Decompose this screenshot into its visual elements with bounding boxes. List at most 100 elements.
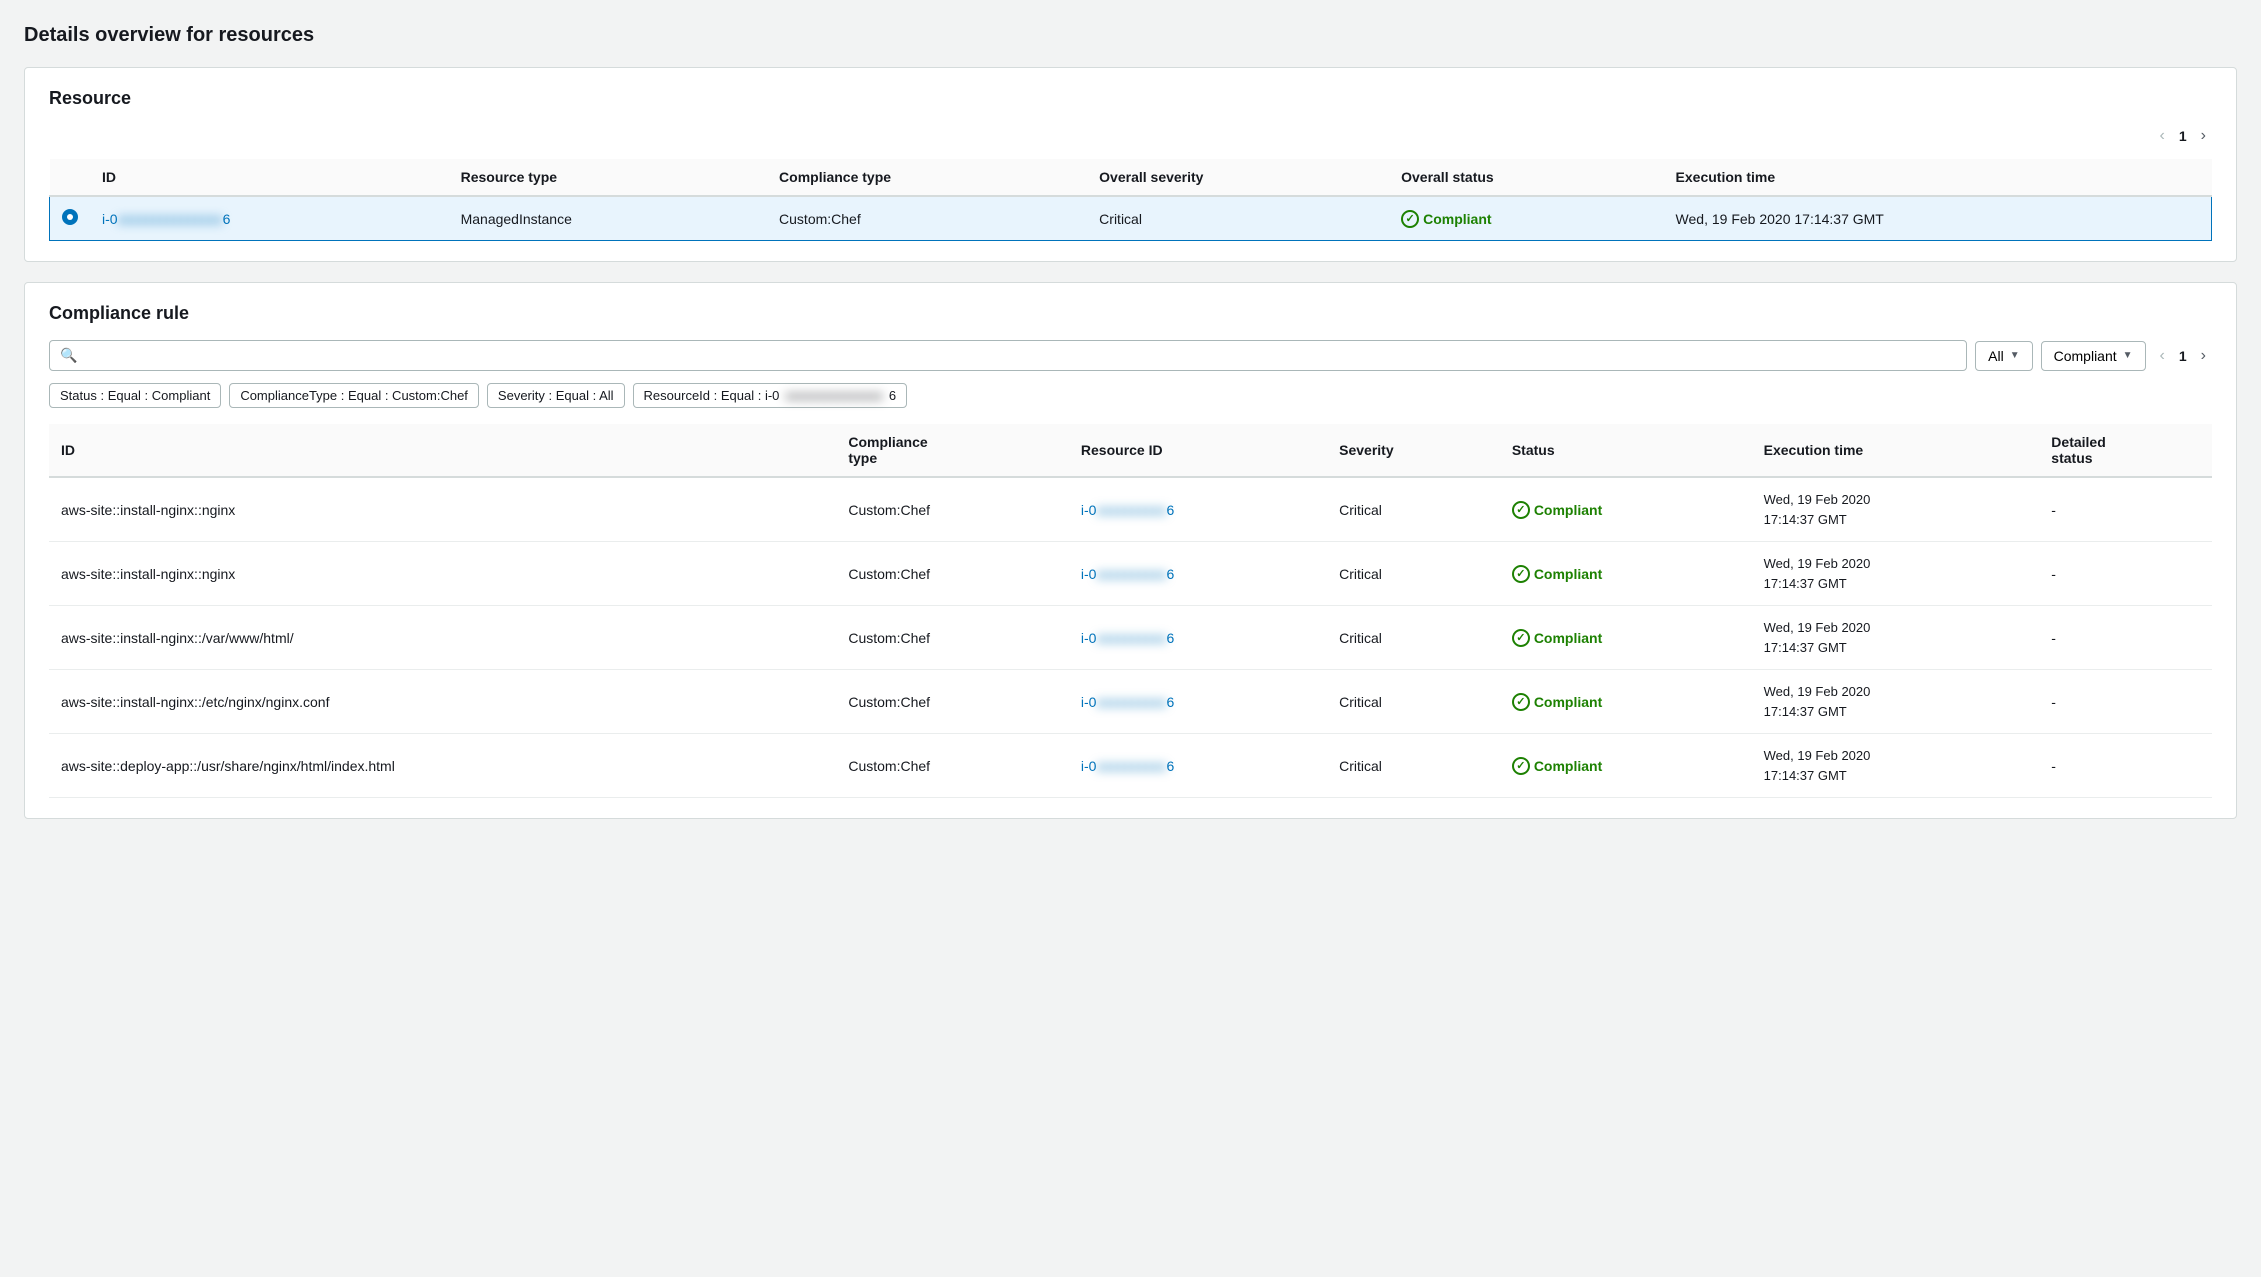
search-icon: 🔍 bbox=[60, 347, 77, 364]
comp-resource-id-cell: i-0xxxxxxxxxx6 bbox=[1069, 734, 1327, 798]
status-dropdown-label: Compliant bbox=[2054, 348, 2117, 364]
filter-tag-2[interactable]: Severity : Equal : All bbox=[487, 383, 625, 408]
comp-status-cell: ✓ Compliant bbox=[1500, 542, 1752, 606]
comp-resource-id-cell: i-0xxxxxxxxxx6 bbox=[1069, 606, 1327, 670]
comp-compliant-badge: ✓ Compliant bbox=[1512, 565, 1602, 583]
compliance-table-row: aws-site::deploy-app::/usr/share/nginx/h… bbox=[49, 734, 2212, 798]
comp-exec-time-cell: Wed, 19 Feb 202017:14:37 GMT bbox=[1752, 670, 2040, 734]
col-execution-time: Execution time bbox=[1664, 159, 2212, 196]
search-box[interactable]: 🔍 bbox=[49, 340, 1967, 371]
filter-tag-1[interactable]: ComplianceType : Equal : Custom:Chef bbox=[229, 383, 479, 408]
comp-exec-time-cell: Wed, 19 Feb 202017:14:37 GMT bbox=[1752, 542, 2040, 606]
comp-col-severity: Severity bbox=[1327, 424, 1500, 477]
resource-type-cell: ManagedInstance bbox=[449, 196, 767, 241]
compliance-type-cell: Custom:Chef bbox=[767, 196, 1087, 241]
compliance-next-btn[interactable]: › bbox=[2195, 345, 2212, 367]
resource-prev-btn[interactable]: ‹ bbox=[2154, 125, 2171, 147]
col-id: ID bbox=[90, 159, 449, 196]
radio-button[interactable] bbox=[62, 209, 78, 225]
comp-status-cell: ✓ Compliant bbox=[1500, 606, 1752, 670]
resource-pagination: ‹ 1 › bbox=[49, 125, 2212, 147]
comp-resource-id-link[interactable]: i-0xxxxxxxxxx6 bbox=[1081, 630, 1174, 646]
resource-table-row[interactable]: i-0xxxxxxxxxxxxxxx6 ManagedInstance Cust… bbox=[50, 196, 2212, 241]
comp-id-cell: aws-site::install-nginx::nginx bbox=[49, 477, 836, 542]
comp-id-cell: aws-site::install-nginx::nginx bbox=[49, 542, 836, 606]
comp-compliance-type-cell: Custom:Chef bbox=[836, 606, 1069, 670]
comp-col-compliance-type: Compliancetype bbox=[836, 424, 1069, 477]
compliance-table-row: aws-site::install-nginx::nginx Custom:Ch… bbox=[49, 477, 2212, 542]
comp-col-status: Status bbox=[1500, 424, 1752, 477]
comp-resource-id-cell: i-0xxxxxxxxxx6 bbox=[1069, 542, 1327, 606]
compliance-panel: Compliance rule 🔍 All ▼ Compliant ▼ ‹ 1 … bbox=[24, 282, 2237, 819]
status-dropdown[interactable]: Compliant ▼ bbox=[2041, 341, 2146, 371]
compliant-icon: ✓ bbox=[1401, 210, 1419, 228]
filter-tag-3[interactable]: ResourceId : Equal : i-0xxxxxxxxxxxxxxx6 bbox=[633, 383, 908, 408]
comp-resource-id-link[interactable]: i-0xxxxxxxxxx6 bbox=[1081, 694, 1174, 710]
compliance-table-row: aws-site::install-nginx::/etc/nginx/ngin… bbox=[49, 670, 2212, 734]
all-dropdown[interactable]: All ▼ bbox=[1975, 341, 2032, 371]
col-radio bbox=[50, 159, 91, 196]
execution-time-cell: Wed, 19 Feb 2020 17:14:37 GMT bbox=[1664, 196, 2212, 241]
compliant-badge: ✓ Compliant bbox=[1401, 210, 1491, 228]
resource-panel: Resource ‹ 1 › ID Resource type Complian… bbox=[24, 67, 2237, 262]
comp-compliant-icon: ✓ bbox=[1512, 501, 1530, 519]
all-dropdown-label: All bbox=[1988, 348, 2004, 364]
comp-id-cell: aws-site::deploy-app::/usr/share/nginx/h… bbox=[49, 734, 836, 798]
comp-resource-id-link[interactable]: i-0xxxxxxxxxx6 bbox=[1081, 566, 1174, 582]
comp-compliant-icon: ✓ bbox=[1512, 757, 1530, 775]
comp-status-cell: ✓ Compliant bbox=[1500, 477, 1752, 542]
resource-table: ID Resource type Compliance type Overall… bbox=[49, 159, 2212, 241]
comp-compliant-icon: ✓ bbox=[1512, 565, 1530, 583]
comp-col-detailed-status: Detailedstatus bbox=[2039, 424, 2212, 477]
col-overall-severity: Overall severity bbox=[1087, 159, 1389, 196]
comp-resource-blurred: xxxxxxxxxx bbox=[1096, 758, 1166, 774]
comp-compliant-badge: ✓ Compliant bbox=[1512, 693, 1602, 711]
comp-detailed-status-cell: - bbox=[2039, 670, 2212, 734]
comp-severity-cell: Critical bbox=[1327, 734, 1500, 798]
compliance-page-num: 1 bbox=[2179, 348, 2187, 364]
filter-tag-0[interactable]: Status : Equal : Compliant bbox=[49, 383, 221, 408]
resource-id-link[interactable]: i-0xxxxxxxxxxxxxxx6 bbox=[102, 211, 230, 227]
comp-resource-blurred: xxxxxxxxxx bbox=[1096, 694, 1166, 710]
comp-detailed-status-cell: - bbox=[2039, 542, 2212, 606]
comp-compliant-badge: ✓ Compliant bbox=[1512, 757, 1602, 775]
comp-resource-id-link[interactable]: i-0xxxxxxxxxx6 bbox=[1081, 502, 1174, 518]
comp-exec-time-cell: Wed, 19 Feb 202017:14:37 GMT bbox=[1752, 734, 2040, 798]
filter-tags-row: Status : Equal : Compliant ComplianceType… bbox=[49, 383, 2212, 408]
comp-compliant-badge: ✓ Compliant bbox=[1512, 629, 1602, 647]
resource-page-num: 1 bbox=[2179, 128, 2187, 144]
comp-id-cell: aws-site::install-nginx::/var/www/html/ bbox=[49, 606, 836, 670]
comp-detailed-status-cell: - bbox=[2039, 606, 2212, 670]
search-filter-row: 🔍 All ▼ Compliant ▼ ‹ 1 › bbox=[49, 340, 2212, 371]
col-overall-status: Overall status bbox=[1389, 159, 1663, 196]
compliance-panel-title: Compliance rule bbox=[49, 303, 2212, 324]
comp-col-resource-id: Resource ID bbox=[1069, 424, 1327, 477]
comp-compliant-icon: ✓ bbox=[1512, 629, 1530, 647]
status-cell: ✓ Compliant bbox=[1389, 196, 1663, 241]
resource-id-blurred: xxxxxxxxxxxxxxx bbox=[118, 211, 223, 227]
comp-resource-id-link[interactable]: i-0xxxxxxxxxx6 bbox=[1081, 758, 1174, 774]
comp-status-cell: ✓ Compliant bbox=[1500, 734, 1752, 798]
page-title: Details overview for resources bbox=[24, 24, 2237, 47]
resource-panel-title: Resource bbox=[49, 88, 2212, 109]
comp-exec-time-cell: Wed, 19 Feb 202017:14:37 GMT bbox=[1752, 606, 2040, 670]
search-input[interactable] bbox=[85, 348, 1956, 364]
comp-id-cell: aws-site::install-nginx::/etc/nginx/ngin… bbox=[49, 670, 836, 734]
comp-compliant-badge: ✓ Compliant bbox=[1512, 501, 1602, 519]
col-compliance-type: Compliance type bbox=[767, 159, 1087, 196]
comp-resource-blurred: xxxxxxxxxx bbox=[1096, 566, 1166, 582]
comp-col-id: ID bbox=[49, 424, 836, 477]
radio-cell[interactable] bbox=[50, 196, 91, 241]
col-resource-type: Resource type bbox=[449, 159, 767, 196]
comp-resource-blurred: xxxxxxxxxx bbox=[1096, 502, 1166, 518]
comp-severity-cell: Critical bbox=[1327, 542, 1500, 606]
comp-compliance-type-cell: Custom:Chef bbox=[836, 670, 1069, 734]
comp-compliant-icon: ✓ bbox=[1512, 693, 1530, 711]
compliance-table-row: aws-site::install-nginx::/var/www/html/ … bbox=[49, 606, 2212, 670]
comp-detailed-status-cell: - bbox=[2039, 477, 2212, 542]
resource-next-btn[interactable]: › bbox=[2195, 125, 2212, 147]
comp-compliance-type-cell: Custom:Chef bbox=[836, 734, 1069, 798]
compliance-prev-btn[interactable]: ‹ bbox=[2154, 345, 2171, 367]
resource-id-cell: i-0xxxxxxxxxxxxxxx6 bbox=[90, 196, 449, 241]
comp-resource-id-cell: i-0xxxxxxxxxx6 bbox=[1069, 477, 1327, 542]
